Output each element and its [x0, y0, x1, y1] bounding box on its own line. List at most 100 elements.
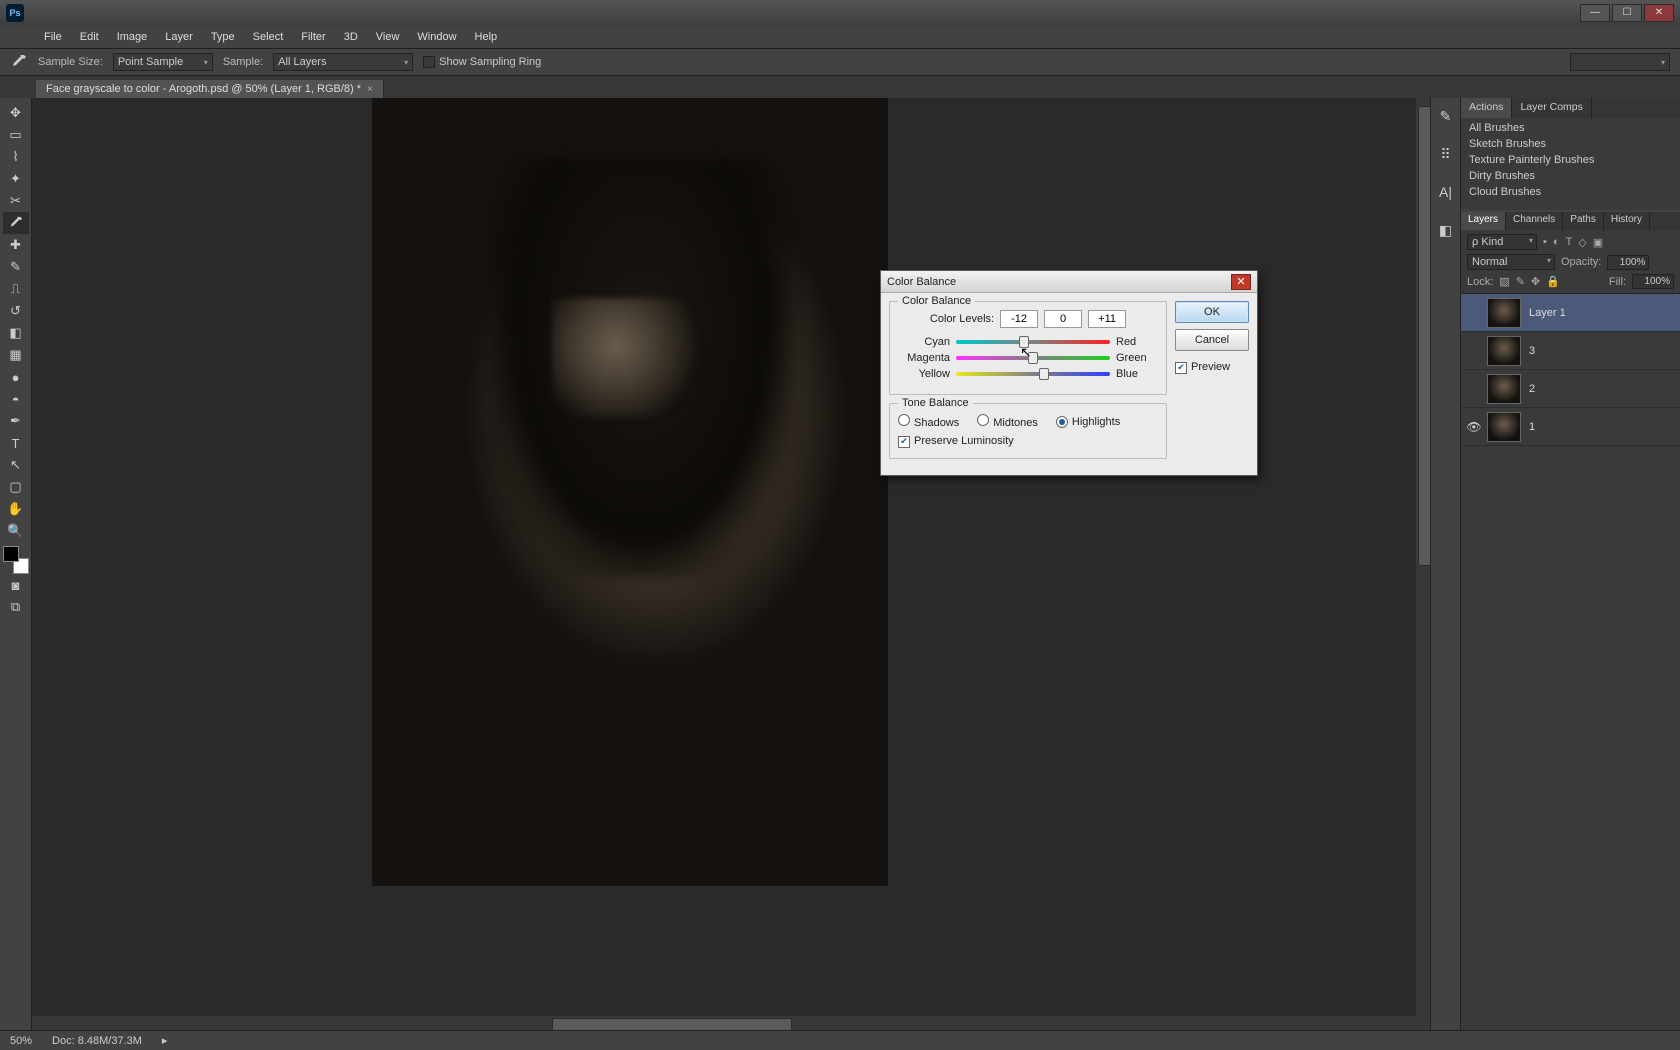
menu-type[interactable]: Type [203, 29, 243, 45]
menu-edit[interactable]: Edit [72, 29, 107, 45]
layer-row[interactable]: Layer 1 [1461, 294, 1680, 332]
cyan-red-slider[interactable] [956, 337, 1110, 347]
document-info[interactable]: Doc: 8.48M/37.3M [52, 1035, 142, 1047]
window-close-button[interactable]: ✕ [1644, 4, 1674, 22]
window-maximize-button[interactable]: ☐ [1612, 4, 1642, 22]
layer-thumbnail[interactable] [1487, 374, 1521, 404]
lock-all-icon[interactable]: 🔒 [1546, 275, 1560, 288]
tab-layers[interactable]: Layers [1461, 212, 1506, 230]
radio-icon[interactable] [977, 414, 989, 426]
healing-brush-tool-icon[interactable]: ✚ [3, 234, 29, 256]
swatches-panel-icon[interactable]: ◧ [1436, 220, 1456, 240]
quick-select-tool-icon[interactable]: ✦ [3, 168, 29, 190]
lock-transparency-icon[interactable]: ▨ [1499, 275, 1509, 288]
eraser-tool-icon[interactable]: ◧ [3, 322, 29, 344]
blur-tool-icon[interactable]: ● [3, 366, 29, 388]
brush-panel-icon[interactable]: ✎ [1436, 106, 1456, 126]
pen-tool-icon[interactable]: ✒ [3, 410, 29, 432]
brush-tool-icon[interactable]: ✎ [3, 256, 29, 278]
layer-filter-select[interactable]: ρ Kind [1467, 234, 1537, 250]
eyedropper-tool-icon[interactable] [10, 53, 28, 71]
horizontal-scrollbar[interactable] [32, 1016, 1416, 1030]
tab-actions[interactable]: Actions [1461, 98, 1512, 118]
character-panel-icon[interactable]: A| [1436, 182, 1456, 202]
layer-name[interactable]: 2 [1529, 383, 1535, 395]
dialog-close-button[interactable]: ✕ [1231, 274, 1251, 290]
menu-filter[interactable]: Filter [293, 29, 333, 45]
canvas-area[interactable] [32, 98, 1430, 1030]
preview-option[interactable]: Preview [1175, 361, 1249, 374]
filter-smart-icon[interactable]: ▣ [1593, 236, 1603, 249]
filter-pixel-icon[interactable]: ▪ [1543, 236, 1547, 248]
zoom-level[interactable]: 50% [10, 1035, 32, 1047]
layer-thumbnail[interactable] [1487, 336, 1521, 366]
menu-select[interactable]: Select [245, 29, 292, 45]
history-brush-tool-icon[interactable]: ↺ [3, 300, 29, 322]
gradient-tool-icon[interactable]: ▦ [3, 344, 29, 366]
list-item[interactable]: All Brushes [1463, 120, 1678, 136]
lock-pixels-icon[interactable]: ✎ [1516, 275, 1525, 288]
foreground-color-swatch[interactable] [3, 546, 19, 562]
tab-layer-comps[interactable]: Layer Comps [1512, 98, 1591, 118]
show-sampling-ring-checkbox[interactable] [423, 56, 435, 68]
brush-presets-panel-icon[interactable]: ⠿ [1436, 144, 1456, 164]
radio-icon[interactable] [898, 414, 910, 426]
tab-history[interactable]: History [1604, 212, 1650, 230]
menu-file[interactable]: File [36, 29, 70, 45]
menu-3d[interactable]: 3D [336, 29, 366, 45]
list-item[interactable]: Texture Painterly Brushes [1463, 152, 1678, 168]
preserve-luminosity-option[interactable]: Preserve Luminosity [898, 435, 1014, 447]
hand-tool-icon[interactable]: ✋ [3, 498, 29, 520]
move-tool-icon[interactable]: ✥ [3, 102, 29, 124]
dodge-tool-icon[interactable]: ◓ [3, 388, 29, 410]
color-level-yellow-blue-input[interactable] [1088, 310, 1126, 328]
layer-row[interactable]: 👁 1 [1461, 408, 1680, 446]
close-icon[interactable]: × [367, 84, 373, 95]
screen-mode-icon[interactable]: ⧉ [3, 596, 29, 618]
menu-help[interactable]: Help [467, 29, 506, 45]
sample-select[interactable]: All Layers [273, 53, 413, 71]
blend-mode-select[interactable]: Normal [1467, 254, 1555, 270]
layer-name[interactable]: 3 [1529, 345, 1535, 357]
zoom-tool-icon[interactable]: 🔍 [3, 520, 29, 542]
cancel-button[interactable]: Cancel [1175, 329, 1249, 351]
filter-shape-icon[interactable]: ◇ [1578, 236, 1586, 249]
checkbox-icon[interactable] [898, 436, 910, 448]
layer-row[interactable]: 3 [1461, 332, 1680, 370]
layer-thumbnail[interactable] [1487, 298, 1521, 328]
list-item[interactable]: Cloud Brushes [1463, 184, 1678, 200]
checkbox-icon[interactable] [1175, 362, 1187, 374]
path-select-tool-icon[interactable]: ↖ [3, 454, 29, 476]
marquee-tool-icon[interactable]: ▭ [3, 124, 29, 146]
slider-handle[interactable] [1019, 336, 1029, 348]
workspace-switcher[interactable] [1570, 53, 1670, 71]
scrollbar-thumb[interactable] [1418, 106, 1430, 566]
sample-size-select[interactable]: Point Sample [113, 53, 213, 71]
window-minimize-button[interactable]: — [1580, 4, 1610, 22]
highlights-radio-option[interactable]: Highlights [1056, 416, 1120, 428]
tab-paths[interactable]: Paths [1563, 212, 1604, 230]
fill-input[interactable]: 100% [1632, 274, 1674, 289]
menu-view[interactable]: View [368, 29, 408, 45]
slider-handle[interactable] [1028, 352, 1038, 364]
shadows-radio-option[interactable]: Shadows [898, 414, 959, 429]
scrollbar-thumb[interactable] [552, 1018, 792, 1030]
list-item[interactable]: Sketch Brushes [1463, 136, 1678, 152]
status-caret-icon[interactable]: ▸ [162, 1034, 168, 1047]
filter-type-icon[interactable]: T [1566, 236, 1573, 248]
dialog-titlebar[interactable]: Color Balance ✕ [881, 271, 1257, 293]
slider-handle[interactable] [1039, 368, 1049, 380]
opacity-input[interactable]: 100% [1607, 255, 1649, 270]
tab-channels[interactable]: Channels [1506, 212, 1563, 230]
layer-name[interactable]: 1 [1529, 421, 1535, 433]
ok-button[interactable]: OK [1175, 301, 1249, 323]
layer-thumbnail[interactable] [1487, 412, 1521, 442]
color-level-magenta-green-input[interactable] [1044, 310, 1082, 328]
menu-layer[interactable]: Layer [157, 29, 201, 45]
visibility-toggle-icon[interactable]: 👁 [1461, 420, 1487, 434]
lock-position-icon[interactable]: ✥ [1531, 275, 1540, 288]
vertical-scrollbar[interactable] [1416, 98, 1430, 1030]
color-level-cyan-red-input[interactable] [1000, 310, 1038, 328]
type-tool-icon[interactable]: T [3, 432, 29, 454]
document-tab[interactable]: Face grayscale to color - Arogoth.psd @ … [36, 80, 384, 98]
